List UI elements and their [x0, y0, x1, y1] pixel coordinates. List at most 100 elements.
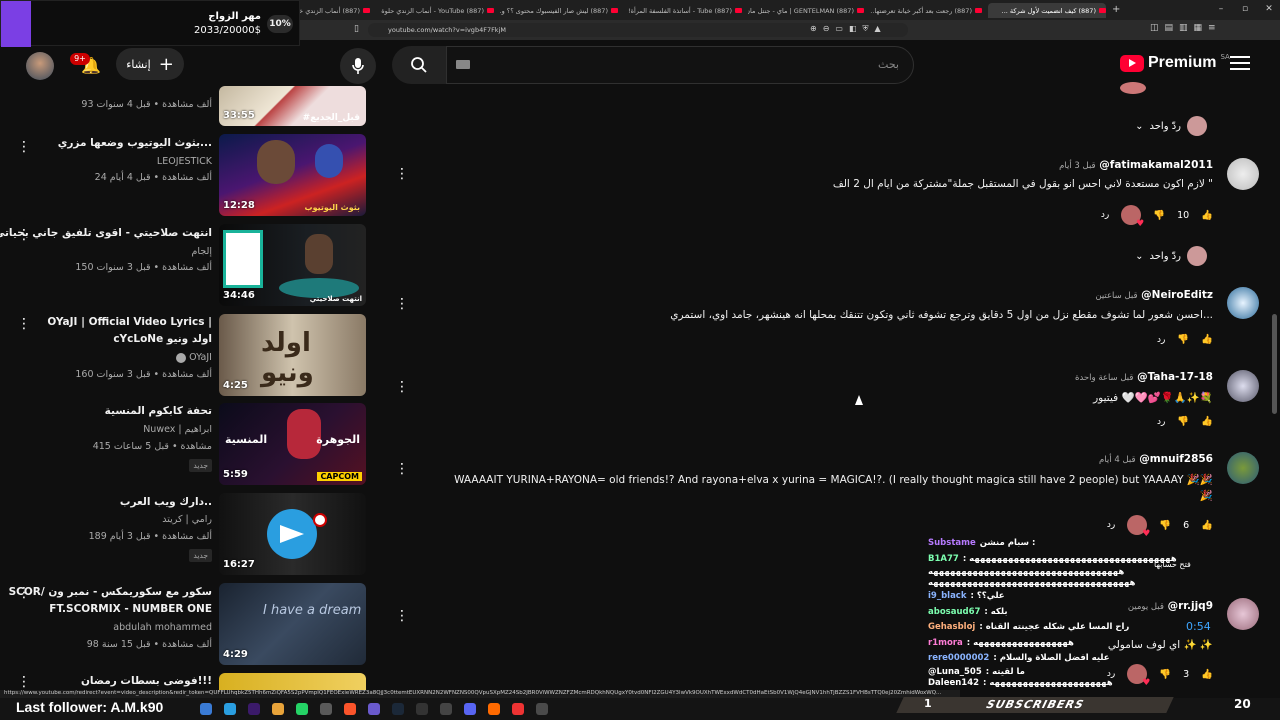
taskbar-app-icon[interactable] [248, 703, 260, 715]
hamburger-menu-icon[interactable] [1230, 56, 1250, 72]
avatar[interactable] [26, 52, 54, 80]
bookmark-icon[interactable]: ▯ [354, 24, 359, 34]
browser-tab[interactable]: (887) Tube - أساتذة الفلسفة المرأة! [624, 3, 742, 18]
search-input[interactable]: بحث [446, 46, 914, 84]
browser-tab[interactable]: (887) رجعت بعد أكبر خيانة تعرضتها... [870, 3, 982, 18]
more-options-icon[interactable]: ⋮ [395, 379, 409, 395]
browser-tab[interactable]: (887) ليش صار الفيسبوك محتوى ؟؟ و... [500, 3, 618, 18]
more-options-icon[interactable]: ⋮ [17, 674, 31, 690]
video-title[interactable]: تحفة كابكوم المنسية [105, 405, 212, 417]
browser-tab-active[interactable]: (887) كيف انضميت لأول شركة ... [988, 3, 1106, 18]
replies-toggle[interactable]: ⌄ ردّ واحد [1135, 246, 1207, 266]
chat-message: ههههههههههههههههههههههههههههههههههههه [928, 577, 1218, 589]
comment-author[interactable]: قبل ساعتين @NeiroEditz [1089, 289, 1213, 301]
like-icon[interactable]: 👍 [1201, 416, 1213, 427]
scrollbar[interactable] [1272, 314, 1277, 414]
more-options-icon[interactable]: ⋮ [395, 166, 409, 182]
dislike-icon[interactable]: 👎 [1159, 520, 1171, 531]
video-channel[interactable]: إلجام [192, 246, 212, 257]
reply-button[interactable]: رد [1157, 335, 1165, 345]
video-channel[interactable]: abdulah mohammed [113, 622, 212, 633]
comment-avatar[interactable] [1227, 158, 1259, 190]
video-thumbnail[interactable]: المنسية الجوهرة CAPCOM 5:59 [219, 403, 366, 485]
toolbar-extensions-icon[interactable]: ◫▤▥▦≡ [1150, 23, 1222, 33]
dislike-icon[interactable]: 👎 [1177, 334, 1189, 345]
like-icon[interactable]: 👍 [1201, 210, 1213, 221]
video-thumbnail[interactable]: #قبل_الجديع 33:55 [219, 86, 366, 126]
taskbar-app-icon[interactable] [200, 703, 212, 715]
close-window-icon[interactable]: ✕ [1262, 3, 1276, 15]
video-channel[interactable]: LEOJESTICK [157, 156, 212, 167]
dislike-icon[interactable]: 👎 [1153, 210, 1165, 221]
comment-avatar[interactable] [1227, 287, 1259, 319]
taskbar-app-icon[interactable] [224, 703, 236, 715]
create-button[interactable]: إنشاء + [116, 48, 184, 80]
video-title-line2[interactable]: FT.SCORMIX - NUMBER ONE [49, 603, 212, 615]
chat-text: : هههههههههههههههههه [966, 637, 1074, 648]
comment-author[interactable]: قبل 3 أيام @fatimakamal2011 [1053, 159, 1213, 171]
reply-button[interactable]: رد [1101, 210, 1109, 220]
more-options-icon[interactable]: ⋮ [17, 585, 31, 601]
video-thumbnail[interactable]: انتهت صلاحيتي 34:46 [219, 224, 366, 306]
maximize-icon[interactable]: ▫ [1238, 3, 1252, 15]
comment-author[interactable]: قبل 4 أيام @mnuif2856 [1093, 453, 1213, 465]
video-title-line2[interactable]: cYcLoNe اولد ونيو [113, 333, 212, 345]
video-thumbnail[interactable]: I have a dream 4:29 [219, 583, 366, 665]
video-channel[interactable]: OYaJI [176, 352, 212, 363]
like-icon[interactable]: 👍 [1201, 520, 1213, 531]
comment-author[interactable]: قبل ساعة واحدة @Taha-17-18 [1069, 371, 1213, 383]
minimize-icon[interactable]: – [1214, 3, 1228, 15]
browser-tab[interactable]: (887) YouTube - أنماب الزندي حلوة [376, 3, 494, 18]
address-tools-icon[interactable]: ⊕⊖▭◧⛨▲ [810, 24, 887, 34]
video-title[interactable]: SCOR/ سكور مع سكوريمكس - نمبر ون [9, 586, 212, 598]
comment-avatar[interactable] [1227, 452, 1259, 484]
taskbar-app-icon[interactable] [536, 703, 548, 715]
more-options-icon[interactable]: ⋮ [395, 608, 409, 624]
reply-button[interactable]: رد [1157, 417, 1165, 427]
video-title[interactable]: فوضى بسطات رمضان!!! [81, 675, 212, 687]
taskbar-app-icon[interactable] [464, 703, 476, 715]
browser-tab[interactable]: (887) GENTELMAN | ماي - جنتل مان [748, 3, 864, 18]
taskbar-app-icon[interactable] [440, 703, 452, 715]
taskbar-app-icon[interactable] [488, 703, 500, 715]
replies-toggle[interactable]: ⌄ ردّ واحد [1135, 116, 1207, 136]
more-options-icon[interactable]: ⋮ [17, 316, 31, 332]
reply-button[interactable]: رد [1107, 520, 1115, 530]
taskbar-app-icon[interactable] [392, 703, 404, 715]
video-title[interactable]: OYaJI | Official Video Lyrics | [47, 316, 212, 328]
more-options-icon[interactable]: ⋮ [17, 227, 31, 243]
more-options-icon[interactable]: ⋮ [17, 139, 31, 155]
video-title[interactable]: انتهت صلاحيتي - اقوى تلفيق جاني بحياتي [0, 227, 212, 239]
video-thumbnail[interactable]: بثوث اليوتيوب 12:28 [219, 134, 366, 216]
taskbar-app-icon[interactable] [320, 703, 332, 715]
comment-avatar[interactable] [1227, 370, 1259, 402]
video-channel[interactable]: رامي | كريتد [162, 514, 212, 525]
video-title[interactable]: دارك ويب العرب.. [120, 496, 212, 508]
logo-text: Premium [1148, 54, 1217, 71]
taskbar-app-icon[interactable] [416, 703, 428, 715]
like-icon[interactable]: 👍 [1201, 334, 1213, 345]
taskbar-app-icon[interactable] [512, 703, 524, 715]
dislike-icon[interactable]: 👎 [1177, 416, 1189, 427]
new-tab-icon[interactable]: + [1112, 4, 1120, 15]
more-options-icon[interactable]: ⋮ [395, 296, 409, 312]
video-thumbnail[interactable]: 16:27 [219, 493, 366, 575]
video-title[interactable]: بثوث اليوتيوب وضعها مزري... [58, 137, 212, 149]
taskbar-app-icon[interactable] [368, 703, 380, 715]
chat-message: Daleen142: هههههههههههههههههههههه [928, 678, 1218, 689]
search-button[interactable] [392, 46, 446, 84]
chat-text: ههههههههههههههههههههههههههههههههههه [928, 567, 1125, 577]
keyboard-icon[interactable] [456, 60, 470, 69]
taskbar-app-icon[interactable] [272, 703, 284, 715]
more-options-icon[interactable]: ⋮ [395, 461, 409, 477]
browser-tab[interactable]: (887) أنماب الزندي خبرا... [292, 3, 370, 18]
taskbar-app-icon[interactable] [296, 703, 308, 715]
chat-user: Substame [928, 538, 976, 548]
mic-icon[interactable] [340, 48, 376, 84]
youtube-premium-logo[interactable]: Premium SA [1120, 53, 1230, 72]
video-channel[interactable]: Nuwex | ابراهيم [143, 424, 212, 435]
video-duration: 16:27 [223, 559, 255, 570]
taskbar-app-icon[interactable] [344, 703, 356, 715]
video-thumbnail[interactable]: اولد ونيو 4:25 [219, 314, 366, 396]
comment-avatar[interactable] [1227, 598, 1259, 630]
